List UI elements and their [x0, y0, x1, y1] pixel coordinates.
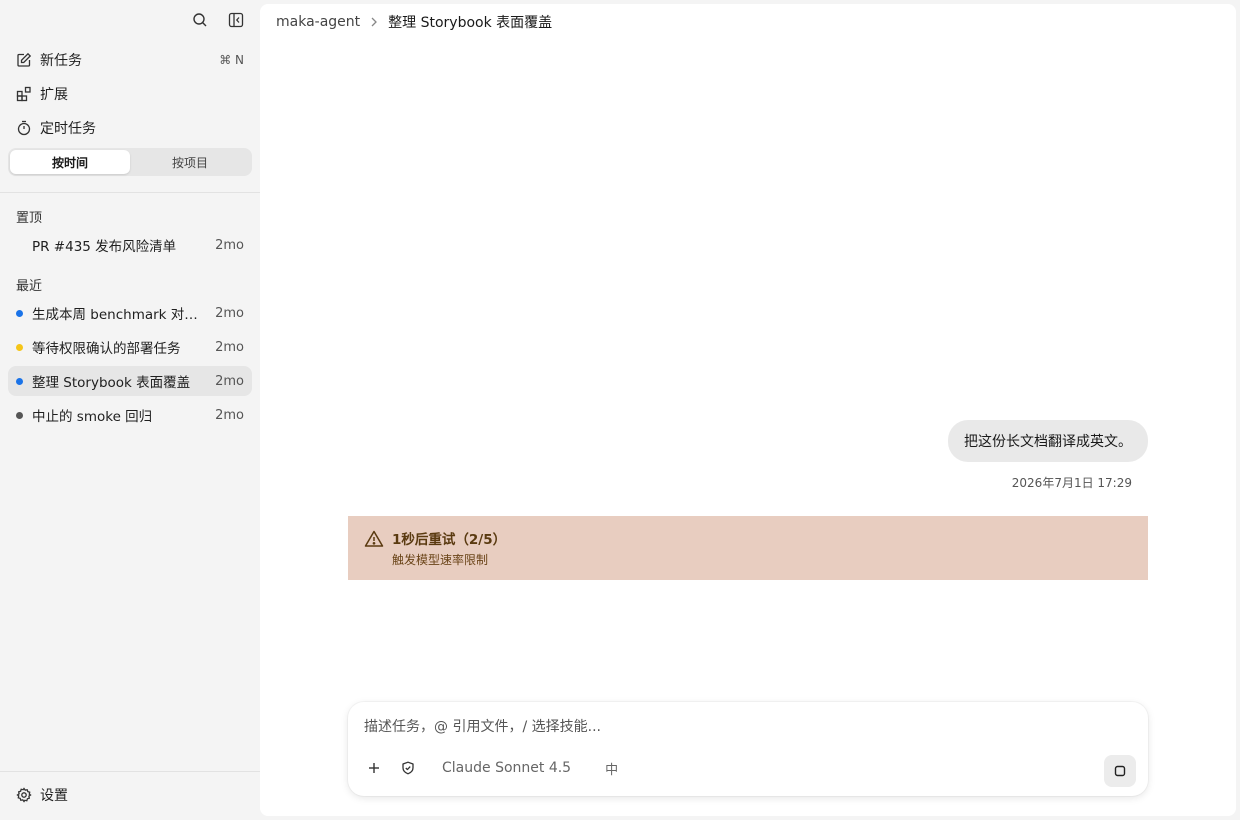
task-age: 2mo	[215, 373, 244, 389]
chevron-right-icon	[370, 17, 378, 27]
alert-title: 1秒后重试（2/5）	[392, 532, 507, 548]
retry-alert: 1秒后重试（2/5） 触发模型速率限制	[348, 516, 1148, 580]
pinned-task-item[interactable]: PR #435 发布风险清单 2mo	[8, 230, 252, 260]
task-name: 生成本周 benchmark 对比报告	[32, 307, 208, 323]
plus-icon	[369, 763, 379, 773]
attach-button[interactable]	[362, 756, 386, 780]
sidebar-top-actions	[190, 10, 246, 30]
task-status-dot	[16, 343, 23, 351]
recent-task-item[interactable]: 中止的 smoke 回归 2mo	[8, 400, 252, 430]
stop-button[interactable]	[1104, 755, 1136, 787]
new-task-shortcut: ⌘ N	[219, 53, 244, 67]
edit-icon	[16, 52, 32, 68]
search-icon	[193, 13, 207, 27]
scheduled-tasks-button[interactable]: 定时任务	[8, 113, 252, 143]
permissions-button[interactable]	[396, 756, 420, 780]
extensions-button[interactable]: 扩展	[8, 79, 252, 109]
task-age: 2mo	[215, 339, 244, 355]
new-task-button[interactable]: 新任务 ⌘ N	[8, 45, 252, 75]
recent-task-item[interactable]: 等待权限确认的部署任务 2mo	[8, 332, 252, 362]
group-by-toggle: 按时间 按项目	[8, 148, 252, 176]
task-name: 等待权限确认的部署任务	[32, 341, 181, 357]
extensions-icon	[16, 86, 32, 102]
group-by-project-tab[interactable]: 按项目	[130, 150, 250, 174]
task-status-dot	[16, 411, 23, 419]
recent-task-item-selected[interactable]: 整理 Storybook 表面覆盖 2mo	[8, 366, 252, 396]
sidebar-divider	[0, 192, 260, 193]
warning-icon	[364, 529, 384, 549]
stop-icon	[1114, 765, 1126, 777]
pinned-group-label: 置顶	[16, 211, 43, 226]
settings-label: 设置	[40, 788, 68, 804]
shield-check-icon	[402, 761, 414, 775]
model-selector[interactable]: Claude Sonnet 4.5	[442, 760, 571, 776]
extensions-label: 扩展	[40, 87, 68, 103]
task-age: 2mo	[215, 407, 244, 423]
alert-text: 1秒后重试（2/5） 触发模型速率限制	[392, 528, 506, 568]
composer-toolbar: Claude Sonnet 4.5 中	[362, 756, 618, 780]
sidebar-collapse-icon	[228, 12, 244, 28]
timer-icon	[16, 120, 32, 136]
recent-group-label: 最近	[16, 279, 43, 294]
alert-subtitle: 触发模型速率限制	[392, 553, 489, 567]
task-name: PR #435 发布风险清单	[32, 239, 177, 255]
task-input[interactable]	[364, 716, 1124, 738]
scheduled-tasks-label: 定时任务	[40, 121, 96, 137]
recent-task-item[interactable]: 生成本周 benchmark 对比报告 2mo	[8, 298, 252, 328]
task-status-dot	[16, 309, 23, 317]
collapse-sidebar-button[interactable]	[226, 10, 246, 30]
group-by-time-tab[interactable]: 按时间	[10, 150, 130, 174]
main-panel: maka-agent 整理 Storybook 表面覆盖 把这份长文档翻译成英文…	[260, 4, 1236, 816]
new-task-label: 新任务	[40, 53, 82, 69]
breadcrumb-current: 整理 Storybook 表面覆盖	[388, 15, 553, 31]
composer: Claude Sonnet 4.5 中	[348, 702, 1148, 796]
message-timestamp: 2026年7月1日 17:29	[1011, 476, 1132, 490]
search-button[interactable]	[190, 10, 210, 30]
settings-button[interactable]: 设置	[8, 782, 252, 808]
task-name: 整理 Storybook 表面覆盖	[32, 375, 191, 391]
task-status-dot	[16, 242, 23, 249]
task-status-dot	[16, 377, 23, 385]
task-age: 2mo	[215, 305, 244, 321]
sidebar: 新任务 ⌘ N 扩展 定时任务 按时间 按项目 置顶 PR #435 发布风险清…	[0, 0, 260, 820]
gear-icon	[16, 787, 32, 803]
breadcrumb: maka-agent 整理 Storybook 表面覆盖	[276, 12, 552, 32]
sidebar-divider	[0, 771, 260, 772]
language-toggle[interactable]: 中	[605, 759, 618, 778]
breadcrumb-project[interactable]: maka-agent	[276, 14, 360, 30]
user-message-bubble: 把这份长文档翻译成英文。	[948, 420, 1148, 462]
task-name: 中止的 smoke 回归	[32, 409, 153, 425]
task-age: 2mo	[215, 237, 244, 253]
